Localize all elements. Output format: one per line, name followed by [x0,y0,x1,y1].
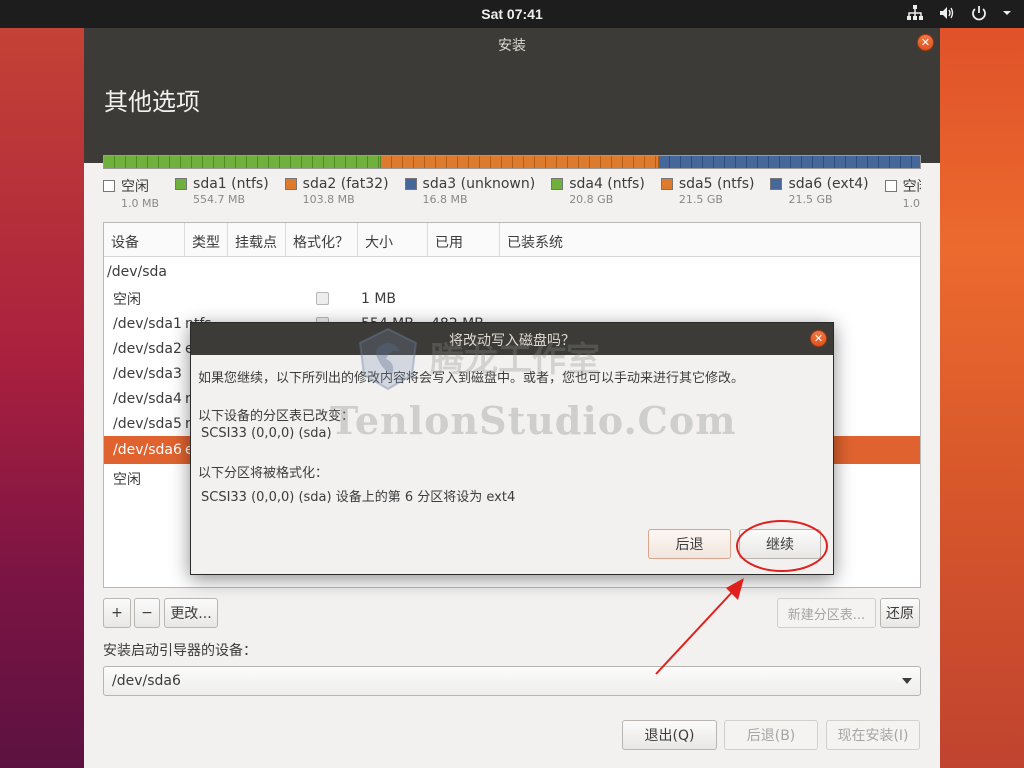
cell-device: 空闲 [113,291,141,308]
cell-size: 1 MB [361,290,397,307]
legend-item: sda6 (ext4) 21.5 GB [770,176,869,216]
partition-table-changed-item: SCSI33 (0,0,0) (sda) [201,426,332,441]
dialog-back-button[interactable]: 后退 [648,529,731,559]
legend-size: 21.5 GB [788,193,833,206]
column-header-format[interactable]: 格式化？ [286,223,358,256]
partition-segment-sda6 [658,156,920,168]
legend-label: sda4 (ntfs) [569,176,645,192]
change-partition-button[interactable]: 更改... [164,598,218,628]
partition-segment-sda4 [104,156,382,168]
legend-size: 103.8 MB [302,193,355,206]
bootloader-device-value: /dev/sda6 [112,673,181,689]
chevron-down-icon [1003,11,1011,15]
power-icon [972,6,986,21]
gnome-top-bar: Sat 07:41 [0,0,1024,28]
column-header-device[interactable]: 设备 [104,223,185,256]
column-header-type[interactable]: 类型 [185,223,228,256]
clock[interactable]: Sat 07:41 [0,6,1024,22]
back-button[interactable]: 后退(B) [724,720,818,750]
table-row[interactable]: 空闲 1 MB [104,286,920,311]
cell-device: /dev/sda4 [113,390,182,407]
cell-device: /dev/sda [107,263,167,280]
desktop-wallpaper-left [0,28,84,768]
legend-label: sda6 (ext4) [788,176,869,192]
legend-label: sda2 (fat32) [302,176,389,192]
legend-label: sda1 (ntfs) [193,176,269,192]
network-icon [907,5,923,20]
legend-swatch [770,178,783,190]
dragon-logo-icon [358,327,418,391]
window-title: 安装 [498,38,526,54]
legend-swatch [884,180,897,192]
column-header-used[interactable]: 已用 [428,223,500,256]
remove-partition-button[interactable]: − [134,598,160,628]
format-item: SCSI33 (0,0,0) (sda) 设备上的第 6 分区将设为 ext4 [201,490,516,505]
legend-swatch [175,178,188,190]
bootloader-label: 安装启动引导器的设备： [103,643,257,659]
legend-swatch [284,178,297,190]
legend-swatch [551,178,564,190]
legend-item: sda1 (ntfs) 554.7 MB [175,176,269,216]
volume-icon [940,7,954,19]
legend-item: sda3 (unknown) 16.8 MB [404,176,536,216]
watermark-text-cn: 腾龙工作室 [430,340,600,380]
legend-item: sda4 (ntfs) 20.8 GB [551,176,645,216]
table-row[interactable]: /dev/sda [104,259,920,284]
legend-size: 554.7 MB [193,193,246,206]
system-tray[interactable] [906,4,1012,22]
partition-segment-sda5 [381,156,659,168]
legend-size: 1.0 MB [121,197,160,210]
page-title: 其他选项 [104,88,200,116]
column-header-system[interactable]: 已装系统 [500,223,920,256]
legend-size: 16.8 MB [422,193,468,206]
cell-format [286,292,358,305]
cell-device: 空闲 [113,471,141,488]
legend-item: 空闲 1.0 MB [103,176,159,216]
legend-label: 空闲 [121,179,149,195]
revert-button[interactable]: 还原 [880,598,920,628]
legend-label: 空闲 [902,179,921,195]
partition-bar [103,155,921,169]
legend-item: sda2 (fat32) 103.8 MB [284,176,389,216]
quit-button[interactable]: 退出(Q) [622,720,717,750]
format-checkbox[interactable] [315,292,329,305]
legend-item: 空闲 1.0 MB [884,176,921,216]
cell-device: /dev/sda5 [113,415,182,432]
cell-device: /dev/sda1 [113,315,182,332]
window-close-button[interactable]: ✕ [917,34,934,51]
install-now-button[interactable]: 现在安装(I) [826,720,920,750]
window-header: 安装 ✕ 其他选项 [84,28,940,163]
legend-size: 21.5 GB [678,193,723,206]
new-partition-table-button[interactable]: 新建分区表... [777,598,876,628]
cell-device: /dev/sda3 [113,365,182,382]
bootloader-device-select[interactable]: /dev/sda6 [103,666,921,696]
legend-label: sda5 (ntfs) [678,176,755,192]
legend-size: 1.0 MB [902,197,921,210]
dialog-continue-button[interactable]: 继续 [739,529,821,559]
legend-size: 20.8 GB [569,193,614,206]
legend-label: sda3 (unknown) [422,176,536,192]
legend-item: sda5 (ntfs) 21.5 GB [660,176,755,216]
column-header-mount[interactable]: 挂载点 [228,223,286,256]
watermark-text-en: TenlonStudio.Com [330,398,737,443]
dropdown-arrow-icon [902,678,912,684]
desktop-wallpaper-right [940,28,1024,768]
legend-swatch [103,180,115,192]
partition-legend: 空闲 1.0 MB sda1 (ntfs) 554.7 MB sda2 (fat… [103,176,921,216]
cell-device: /dev/sda2 [113,340,182,357]
table-header: 设备 类型 挂载点 格式化？ 大小 已用 已装系统 [104,223,920,257]
add-partition-button[interactable]: + [103,598,131,628]
legend-swatch [404,178,417,190]
column-header-size[interactable]: 大小 [358,223,428,256]
dialog-close-button[interactable]: ✕ [810,330,827,347]
cell-device: /dev/sda6 [113,442,182,458]
format-label: 以下分区将被格式化： [198,466,329,481]
legend-swatch [660,178,673,190]
